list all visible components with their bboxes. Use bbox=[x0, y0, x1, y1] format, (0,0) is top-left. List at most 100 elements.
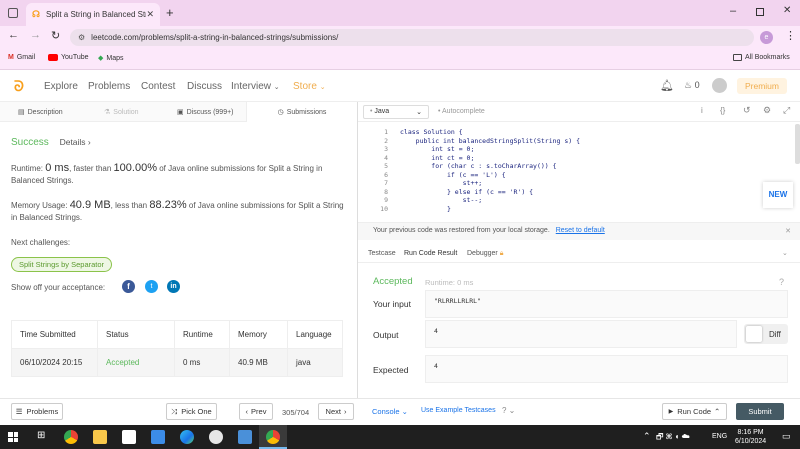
all-bookmarks[interactable]: All Bookmarks bbox=[733, 54, 790, 61]
table-row[interactable]: 06/10/2024 20:15 Accepted 0 ms 40.9 MB j… bbox=[11, 348, 343, 377]
address-bar[interactable]: ⚙ leetcode.com/problems/split-a-string-i… bbox=[70, 29, 754, 46]
details-link[interactable]: Details › bbox=[60, 137, 91, 147]
code-editor[interactable]: class Solution { public int balancedStri… bbox=[400, 128, 580, 213]
autocomplete-toggle[interactable]: • Autocomplete bbox=[438, 108, 485, 115]
close-window-icon[interactable]: ✕ bbox=[783, 5, 791, 16]
bookmark-maps[interactable]: ◆ Maps bbox=[98, 54, 124, 63]
tab-submissions[interactable]: ◷ Submissions bbox=[246, 102, 357, 122]
nav-problems[interactable]: Problems bbox=[88, 81, 130, 92]
edge-icon[interactable] bbox=[180, 430, 194, 444]
notification-icon[interactable]: ▭ bbox=[782, 431, 791, 442]
use-example-testcases[interactable]: Use Example Testcases bbox=[421, 407, 496, 414]
right-panel: • Java ⌄ • Autocomplete i {} ↺ ⚙ ⤢ 1 2 3 … bbox=[357, 102, 800, 398]
fullscreen-icon[interactable]: ⤢ bbox=[783, 105, 790, 116]
user-avatar[interactable] bbox=[712, 78, 727, 93]
discuss-icon: ▣ bbox=[177, 109, 184, 116]
settings-icon[interactable]: ⚙ bbox=[763, 105, 771, 116]
bookmark-label: Maps bbox=[106, 54, 124, 62]
prev-button[interactable]: ‹ Prev bbox=[239, 403, 273, 420]
tray-chevron-up-icon[interactable]: ⌃ bbox=[643, 431, 651, 442]
reset-icon[interactable]: ↺ bbox=[743, 105, 751, 116]
nav-discuss[interactable]: Discuss bbox=[187, 81, 222, 92]
minimize-icon[interactable]: – bbox=[730, 5, 736, 17]
bookmark-gmail[interactable]: M Gmail bbox=[8, 54, 35, 61]
next-challenge-tag[interactable]: Split Strings by Separator bbox=[11, 257, 113, 272]
notification-bell-icon[interactable]: 🔔︎ bbox=[660, 79, 674, 92]
cell-status[interactable]: Accepted bbox=[97, 348, 175, 377]
coins[interactable]: ♨ 0 bbox=[684, 80, 700, 91]
tab-description[interactable]: ▤ Description bbox=[18, 108, 63, 117]
info-icon[interactable]: i bbox=[701, 106, 703, 115]
paint-icon[interactable] bbox=[209, 430, 223, 444]
file-explorer-icon[interactable] bbox=[93, 430, 107, 444]
runtime-summary: Runtime: 0 ms, faster than 100.00% of Ja… bbox=[11, 162, 346, 187]
remote-desktop-icon[interactable] bbox=[238, 430, 252, 444]
new-tab-icon[interactable]: + bbox=[166, 5, 174, 20]
browser-tab[interactable]: ☊ Split a String in Balanced Strings ✕ bbox=[26, 3, 160, 26]
back-icon[interactable]: ← bbox=[8, 29, 19, 41]
tray-icons[interactable]: 🗗︎ ⌘ ◖ ☁ bbox=[656, 431, 690, 445]
premium-button[interactable]: Premium bbox=[737, 78, 787, 94]
new-badge[interactable]: NEW bbox=[763, 182, 793, 208]
restore-icon[interactable] bbox=[756, 8, 764, 16]
braces-icon[interactable]: {} bbox=[720, 106, 725, 115]
nav-explore[interactable]: Explore bbox=[44, 81, 78, 92]
tab-title: Split a String in Balanced Strings bbox=[46, 10, 146, 19]
clock[interactable]: 8:16 PM 6/10/2024 bbox=[735, 428, 766, 446]
browser-tab-strip: ☊ Split a String in Balanced Strings ✕ +… bbox=[0, 0, 800, 26]
nav-store[interactable]: Store ⌄ bbox=[293, 81, 326, 92]
tab-testcase[interactable]: Testcase bbox=[368, 250, 396, 257]
code-line: st++; bbox=[400, 179, 483, 187]
tab-solution[interactable]: ⚗ Solution bbox=[104, 108, 139, 117]
reset-to-default-link[interactable]: Reset to default bbox=[556, 227, 605, 234]
close-icon[interactable]: ✕ bbox=[785, 227, 791, 235]
tab-debugger-label: Debugger bbox=[467, 250, 498, 257]
windows-taskbar: ⊞ ⌃ 🗗︎ ⌘ ◖ ☁ ENG 8:16 PM 6/10/2024 ▭ bbox=[0, 425, 800, 449]
console-button[interactable]: Console ⌄ bbox=[372, 407, 408, 416]
store-icon[interactable] bbox=[122, 430, 136, 444]
memory-mid: , less than bbox=[110, 201, 150, 210]
avatar[interactable]: e bbox=[760, 31, 773, 44]
chevron-down-icon[interactable]: ⌄ bbox=[782, 249, 788, 257]
your-input-value: "RLRRLLRLRL" bbox=[425, 290, 788, 318]
nav-interview[interactable]: Interview ⌄ bbox=[231, 81, 280, 92]
chrome-icon[interactable] bbox=[64, 430, 78, 444]
tab-discuss[interactable]: ▣ Discuss (999+) bbox=[177, 108, 234, 117]
close-tab-icon[interactable]: ✕ bbox=[146, 9, 154, 20]
youtube-icon bbox=[48, 54, 58, 61]
language-select[interactable]: • Java ⌄ bbox=[363, 105, 429, 119]
menu-kebab-icon[interactable]: ⋮ bbox=[785, 29, 796, 42]
diff-toggle[interactable]: Diff bbox=[744, 324, 788, 344]
run-code-button[interactable]: ▶ Run Code ⌃ bbox=[662, 403, 727, 420]
chrome-active-taskbar-icon[interactable] bbox=[259, 425, 287, 449]
code-line: for (char c : s.toCharArray()) { bbox=[400, 162, 557, 170]
code-line: if (c == 'L') { bbox=[400, 170, 506, 179]
linkedin-icon[interactable]: in bbox=[167, 280, 180, 293]
pick-one-button[interactable]: ⤨ Pick One bbox=[166, 403, 217, 420]
bookmarks-bar: M Gmail YouTube ◆ Maps All Bookmarks bbox=[0, 50, 800, 70]
tab-debugger[interactable]: Debugger 🔒︎ bbox=[467, 250, 503, 258]
forward-icon[interactable]: → bbox=[30, 29, 41, 41]
tab-run-code-result[interactable]: Run Code Result bbox=[404, 250, 457, 257]
help-icon[interactable]: ? bbox=[779, 277, 784, 287]
tab-search-icon[interactable] bbox=[8, 8, 18, 18]
reload-icon[interactable]: ↻ bbox=[51, 29, 60, 42]
language-indicator[interactable]: ENG bbox=[712, 433, 727, 440]
memory-summary: Memory Usage: 40.9 MB, less than 88.23% … bbox=[11, 199, 346, 224]
site-info-icon[interactable]: ⚙ bbox=[78, 33, 85, 42]
windows-start-icon[interactable] bbox=[8, 432, 18, 442]
submit-button[interactable]: Submit bbox=[736, 403, 784, 420]
bookmark-youtube[interactable]: YouTube bbox=[48, 54, 89, 61]
next-button[interactable]: Next › bbox=[318, 403, 354, 420]
task-view-icon[interactable]: ⊞ bbox=[37, 430, 45, 441]
facebook-icon[interactable]: f bbox=[122, 280, 135, 293]
mail-icon[interactable] bbox=[151, 430, 165, 444]
problems-list-button[interactable]: ☰ Problems bbox=[11, 403, 63, 420]
twitter-icon[interactable]: t bbox=[145, 280, 158, 293]
leetcode-logo-icon[interactable]: ᘐ bbox=[14, 78, 24, 95]
editor-scrollbar[interactable] bbox=[795, 124, 800, 164]
help-icon[interactable]: ? ⌄ bbox=[502, 406, 515, 415]
nav-contest[interactable]: Contest bbox=[141, 81, 175, 92]
chevron-down-icon: ⌄ bbox=[319, 84, 326, 91]
runtime-prefix: Runtime: bbox=[11, 164, 46, 173]
